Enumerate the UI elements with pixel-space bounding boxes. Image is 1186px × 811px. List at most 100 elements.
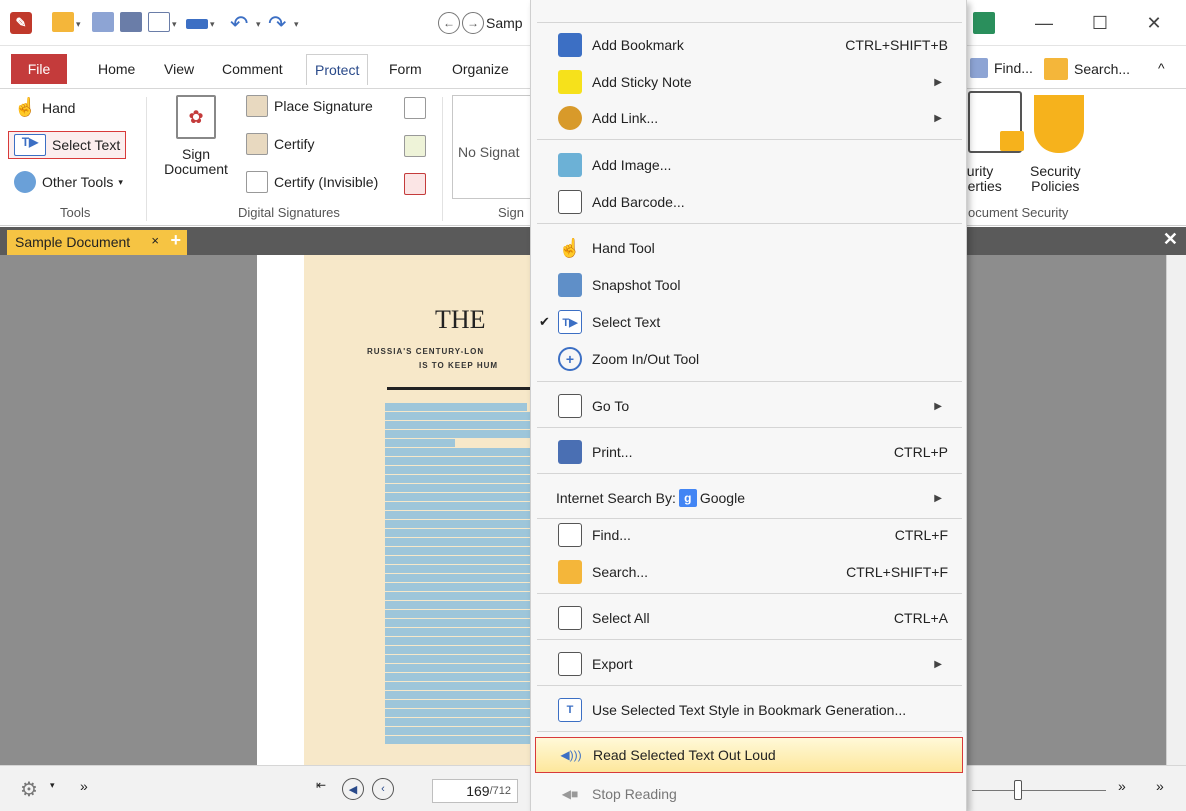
minimize-button[interactable]: — xyxy=(1024,10,1064,36)
clear-signature-icon[interactable] xyxy=(404,173,432,195)
menu-item-add-link[interactable]: Add Link... ▶ xyxy=(531,100,968,136)
search-button[interactable]: Search... xyxy=(1044,58,1130,80)
menu-item-add-image[interactable]: Add Image... xyxy=(531,147,968,183)
tab-organize[interactable]: Organize xyxy=(444,56,517,82)
menu-item-read-aloud[interactable]: ◀))) Read Selected Text Out Loud xyxy=(535,737,963,773)
find-button[interactable]: Find... xyxy=(970,58,1033,78)
new-tab-icon[interactable]: + xyxy=(170,228,181,252)
email-icon[interactable] xyxy=(148,12,170,32)
menu-item-select-text[interactable]: ✔ T▶ Select Text xyxy=(531,304,968,340)
place-signature-button[interactable]: Place Signature xyxy=(246,95,373,117)
security-policies-icon xyxy=(1034,95,1084,153)
signature-properties-icon[interactable] xyxy=(404,97,432,119)
menu-item-select-all[interactable]: Select All CTRL+A xyxy=(531,600,968,636)
validate-signature-icon[interactable] xyxy=(404,135,432,157)
tab-file[interactable]: File xyxy=(11,54,67,84)
selected-text-line xyxy=(385,448,535,456)
page-total: /712 xyxy=(489,785,511,797)
document-heading: THE xyxy=(435,305,486,334)
selected-text-line xyxy=(385,547,535,555)
collapse-ribbon-button[interactable]: ^ xyxy=(1158,60,1165,76)
tab-comment[interactable]: Comment xyxy=(214,56,291,82)
forward-icon[interactable]: → xyxy=(462,12,484,34)
settings-gear-icon[interactable]: ⚙ xyxy=(12,776,46,802)
menu-item-internet-search[interactable]: Internet Search By: g Google ▶ xyxy=(531,480,968,516)
search-engine-label: Google xyxy=(699,490,745,506)
undo-dropdown-icon[interactable]: ▾ xyxy=(256,12,261,36)
menu-item-add-barcode[interactable]: Add Barcode... xyxy=(531,184,968,220)
first-page-button[interactable]: ◀ xyxy=(342,778,364,800)
view-mode-icon[interactable] xyxy=(973,12,995,34)
selected-text-line xyxy=(385,619,535,627)
security-policies-label-1: Security xyxy=(1030,163,1081,179)
menu-item-add-bookmark[interactable]: Add Bookmark CTRL+SHIFT+B xyxy=(531,27,968,63)
page-number-field[interactable]: 169 /712 xyxy=(432,779,518,803)
menu-item-add-sticky-note[interactable]: Add Sticky Note ▶ xyxy=(531,64,968,100)
menu-item-zoom-tool[interactable]: + Zoom In/Out Tool xyxy=(531,341,968,377)
selected-text-line xyxy=(385,403,527,411)
menu-item-search[interactable]: Search... CTRL+SHIFT+F xyxy=(531,554,968,590)
tab-protect[interactable]: Protect xyxy=(306,54,369,85)
save-icon[interactable] xyxy=(92,12,114,32)
other-tools-button[interactable]: Other Tools ▾ xyxy=(14,171,123,193)
tab-home[interactable]: Home xyxy=(90,56,143,82)
bookmark-style-icon: T xyxy=(558,698,582,722)
select-text-icon: T▶ xyxy=(14,134,46,156)
maximize-button[interactable]: ☐ xyxy=(1080,10,1120,36)
menu-item-export[interactable]: Export ▶ xyxy=(531,646,968,682)
selected-text-line xyxy=(385,412,535,420)
select-text-button[interactable]: T▶ Select Text xyxy=(8,131,127,159)
security-properties-icon xyxy=(968,91,1024,153)
menu-item-find[interactable]: Find... CTRL+F xyxy=(531,517,968,553)
email-dropdown-icon[interactable]: ▾ xyxy=(172,12,177,36)
menu-item-hand-tool[interactable]: ☝ Hand Tool xyxy=(531,230,968,266)
select-text-icon: T▶ xyxy=(558,310,582,334)
scan-icon[interactable] xyxy=(186,19,208,29)
menu-item-bookmark-style[interactable]: T Use Selected Text Style in Bookmark Ge… xyxy=(531,692,968,728)
settings-dropdown-icon[interactable]: ▾ xyxy=(50,780,55,791)
certify-button[interactable]: Certify xyxy=(246,133,314,155)
no-signature-text: No Signat xyxy=(458,144,520,160)
internet-search-label: Internet Search By: xyxy=(556,490,676,506)
zoom-slider-handle[interactable] xyxy=(1014,780,1022,800)
first-page-icon[interactable]: ⇤ xyxy=(316,778,326,792)
security-policies-button[interactable]: Security Policies xyxy=(1030,164,1081,194)
selected-text-line xyxy=(385,430,535,438)
document-rule xyxy=(387,387,547,390)
selected-text-line xyxy=(385,637,535,645)
menu-item-snapshot-tool[interactable]: Snapshot Tool xyxy=(531,267,968,303)
hand-tool-button[interactable]: ☝ Hand xyxy=(14,97,75,119)
certify-invisible-button[interactable]: Certify (Invisible) xyxy=(246,171,378,193)
expand-toolbar-icon[interactable]: » xyxy=(80,778,88,794)
previous-page-button[interactable]: ‹ xyxy=(372,778,394,800)
app-logo-icon[interactable]: ✎ xyxy=(10,12,32,34)
barcode-icon xyxy=(558,190,582,214)
other-tools-dropdown-icon: ▾ xyxy=(118,176,123,187)
sign-document-button[interactable]: ✿ Sign Document xyxy=(158,95,234,177)
close-window-button[interactable]: ✕ xyxy=(1134,10,1174,36)
expand-zoom-icon[interactable]: » xyxy=(1118,778,1126,794)
scan-dropdown-icon[interactable]: ▾ xyxy=(210,12,215,36)
signature-list-box[interactable]: No Signat xyxy=(452,95,532,199)
undo-icon[interactable]: ↶ xyxy=(230,11,248,36)
tab-view[interactable]: View xyxy=(156,56,202,82)
print-icon[interactable] xyxy=(120,12,142,32)
document-tab[interactable]: Sample Document × + xyxy=(7,230,187,255)
close-tab-icon[interactable]: × xyxy=(151,229,159,253)
selected-text-line xyxy=(385,538,535,546)
menu-divider xyxy=(537,381,962,382)
back-icon[interactable]: ← xyxy=(438,12,460,34)
vertical-scrollbar[interactable] xyxy=(1166,255,1186,765)
redo-dropdown-icon[interactable]: ▾ xyxy=(294,12,299,36)
close-document-icon[interactable]: ✕ xyxy=(1163,229,1178,250)
redo-icon[interactable]: ↷ xyxy=(268,11,286,36)
open-folder-icon[interactable] xyxy=(52,12,74,32)
open-dropdown-icon[interactable]: ▾ xyxy=(76,12,81,36)
expand-right-icon[interactable]: » xyxy=(1156,778,1164,794)
tab-form[interactable]: Form xyxy=(381,56,430,82)
menu-divider xyxy=(537,593,962,594)
menu-item-print[interactable]: Print... CTRL+P xyxy=(531,434,968,470)
zoom-slider-track[interactable] xyxy=(972,790,1106,791)
menu-divider xyxy=(537,139,962,140)
menu-item-go-to[interactable]: Go To ▶ xyxy=(531,388,968,424)
